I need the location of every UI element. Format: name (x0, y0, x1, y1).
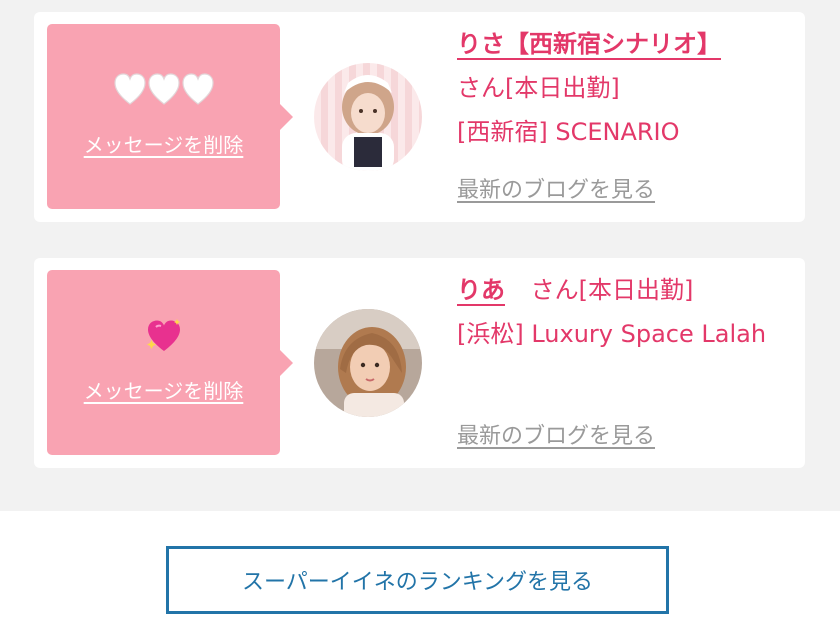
name-suffix: さん[本日出勤] (457, 74, 620, 102)
girl-info: りあ さん[本日出勤] [浜松] Luxury Space Lalah (457, 268, 797, 356)
latest-blog-link[interactable]: 最新のブログを見る (457, 418, 655, 450)
avatar-photo (314, 63, 422, 171)
girl-info: りさ【西新宿シナリオ】 さん[本日出勤] [西新宿] SCENARIO (457, 22, 797, 154)
message-card: メッセージを削除 りさ【西新宿シナリオ】 さん[本日出勤] [西新宿] SCEN… (34, 12, 805, 222)
delete-message-link[interactable]: メッセージを削除 (47, 129, 280, 158)
super-like-ranking-button[interactable]: スーパーイイネのランキングを見る (166, 546, 669, 614)
sparkling-heart-icon (47, 316, 280, 356)
name-suffix: さん[本日出勤] (530, 276, 694, 304)
reaction-bubble: メッセージを削除 (47, 270, 293, 455)
three-white-hearts-icon (47, 70, 280, 110)
message-list: メッセージを削除 りさ【西新宿シナリオ】 さん[本日出勤] [西新宿] SCEN… (0, 0, 840, 511)
girl-name-link[interactable]: りあ (457, 276, 505, 304)
message-card: メッセージを削除 りあ さん[本日出勤] [浜松] Luxury Space L… (34, 258, 805, 468)
sparkling-heart-graphic (146, 319, 180, 351)
avatar[interactable] (314, 63, 422, 171)
avatar-photo (314, 309, 422, 417)
reaction-bubble: メッセージを削除 (47, 24, 293, 209)
girl-name-link[interactable]: りさ【西新宿シナリオ】 (457, 30, 721, 58)
shop-name: [浜松] Luxury Space Lalah (457, 320, 767, 348)
shop-name: [西新宿] SCENARIO (457, 118, 680, 146)
latest-blog-link[interactable]: 最新のブログを見る (457, 172, 655, 204)
white-hearts-graphic (113, 73, 214, 105)
avatar[interactable] (314, 309, 422, 417)
delete-message-link[interactable]: メッセージを削除 (47, 375, 280, 404)
